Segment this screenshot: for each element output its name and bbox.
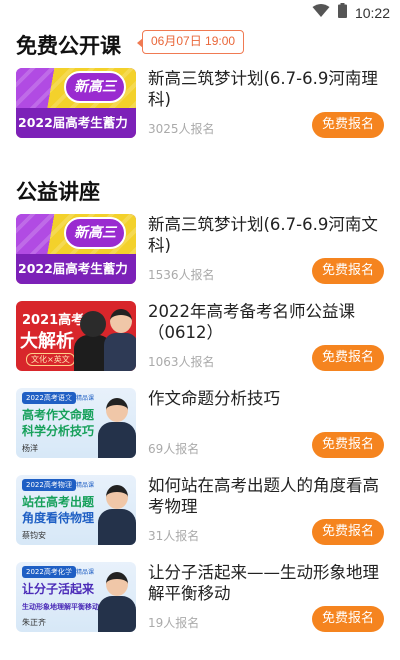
thumb-band-text: 2022届高考生蓄力 <box>18 115 128 130</box>
enroll-count: 69人报名 <box>148 442 200 456</box>
course-thumbnail[interactable]: 新高三 2022届高考生蓄力 <box>16 68 136 138</box>
course-title[interactable]: 新高三筑梦计划(6.7-6.9河南文科) <box>148 214 386 256</box>
enroll-count: 31人报名 <box>148 529 200 543</box>
thumb-teacher-name: 蔡钧安 <box>22 531 46 540</box>
free-signup-button[interactable]: 免费报名 <box>312 519 384 545</box>
wifi-icon <box>312 3 330 22</box>
section-title-public: 公益讲座 <box>16 180 100 204</box>
date-badge: 06月07日 19:00 <box>136 30 245 54</box>
section-title-free: 免费公开课 <box>16 34 121 58</box>
thumb-text: 科学分析技巧 <box>22 424 95 438</box>
thumb-band-text: 2022届高考生蓄力 <box>18 261 128 276</box>
thumb-text: 新高三 <box>74 225 116 241</box>
thumb-text: 让分子活起来 <box>22 582 95 596</box>
free-signup-button[interactable]: 免费报名 <box>312 345 384 371</box>
status-icons: 10:22 <box>312 3 390 22</box>
thumb-tag: 名师精品课 <box>64 395 95 402</box>
thumb-text: 新高三 <box>74 79 116 95</box>
course-item[interactable]: 2022高考物理 名师精品课 站在高考出题 角度看待物理 蔡钧安 如何站在高考出… <box>0 475 400 555</box>
thumb-text: 2021高考 <box>22 313 85 328</box>
enroll-count: 3025人报名 <box>148 122 215 136</box>
course-title[interactable]: 作文命题分析技巧 <box>148 388 386 409</box>
thumb-text: 站在高考出题 <box>22 495 95 509</box>
thumb-text: 高考作文命题 <box>22 408 95 422</box>
course-item[interactable]: 2022高考化学 名师精品课 让分子活起来 生动形象地理解平衡移动 朱正齐 让分… <box>0 562 400 642</box>
course-thumbnail[interactable]: 新高三 2022届高考生蓄力 <box>16 214 136 284</box>
status-time: 10:22 <box>354 4 390 21</box>
thumb-tag: 名师精品课 <box>64 569 95 576</box>
enroll-count: 1536人报名 <box>148 268 215 282</box>
enroll-count: 19人报名 <box>148 616 200 630</box>
free-signup-button[interactable]: 免费报名 <box>312 432 384 458</box>
course-title[interactable]: 2022年高考备考名师公益课（0612） <box>148 301 386 343</box>
course-thumbnail[interactable]: 2022高考语文 名师精品课 高考作文命题 科学分析技巧 杨洋 <box>16 388 136 458</box>
status-bar: 10:22 <box>0 0 400 24</box>
thumb-text: 大解析 <box>20 331 74 352</box>
enroll-count: 1063人报名 <box>148 355 215 369</box>
thumb-teacher-name: 杨洋 <box>22 444 38 453</box>
course-thumbnail[interactable]: 2022高考化学 名师精品课 让分子活起来 生动形象地理解平衡移动 朱正齐 <box>16 562 136 632</box>
course-title[interactable]: 新高三筑梦计划(6.7-6.9河南理科) <box>148 68 386 110</box>
thumb-teacher-name: 朱正齐 <box>22 618 46 627</box>
free-signup-button[interactable]: 免费报名 <box>312 112 384 138</box>
course-item[interactable]: 新高三 2022届高考生蓄力 新高三筑梦计划(6.7-6.9河南理科) 3025… <box>0 68 400 148</box>
battery-icon <box>337 3 347 22</box>
thumb-text: 角度看待物理 <box>22 511 95 525</box>
course-item[interactable]: 新高三 2022届高考生蓄力 新高三筑梦计划(6.7-6.9河南文科) 1536… <box>0 214 400 294</box>
course-title[interactable]: 如何站在高考出题人的角度看高考物理 <box>148 475 386 517</box>
course-thumbnail[interactable]: 2021高考 大解析 文化×英文 <box>16 301 136 371</box>
course-item[interactable]: 2022高考语文 名师精品课 高考作文命题 科学分析技巧 杨洋 作文命题分析技巧… <box>0 388 400 468</box>
free-signup-button[interactable]: 免费报名 <box>312 606 384 632</box>
thumb-tag: 名师精品课 <box>64 482 95 489</box>
thumb-text: 生动形象地理解平衡移动 <box>22 603 99 611</box>
free-signup-button[interactable]: 免费报名 <box>312 258 384 284</box>
course-item[interactable]: 2021高考 大解析 文化×英文 2022年高考备考名师公益课（0612） 10… <box>0 301 400 381</box>
course-title[interactable]: 让分子活起来——生动形象地理解平衡移动 <box>148 562 386 604</box>
course-thumbnail[interactable]: 2022高考物理 名师精品课 站在高考出题 角度看待物理 蔡钧安 <box>16 475 136 545</box>
thumb-subtext: 文化×英文 <box>26 353 75 366</box>
